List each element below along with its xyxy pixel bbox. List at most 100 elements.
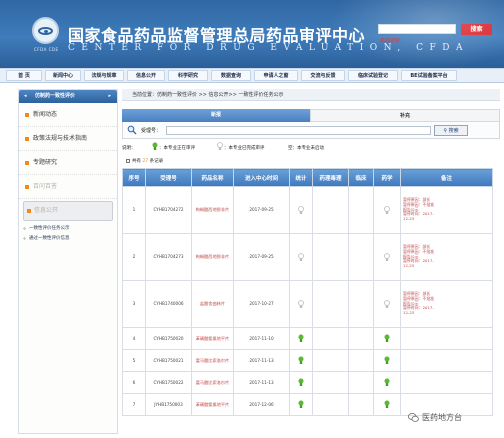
sidebar-item-news[interactable]: 新闻动态 [19,103,117,127]
chevron-right-icon: ▸ [108,93,111,99]
drug-name[interactable]: 枸橼酸西地那非片 [191,186,234,234]
row-number: 5 [122,349,146,372]
acceptance-number[interactable]: CYHB1750022 [145,371,192,394]
legend-prefix: 说明： [122,146,136,151]
site-search-button[interactable]: 搜索 [461,24,492,35]
pharmacology-status [312,233,349,281]
nav-item-disclosure[interactable]: 信息公开 [127,70,165,81]
main-content: 当前位置：仿制药一致性评价 >> 信息公开>> 一致性评价任务公示 新报 补充 … [122,89,500,434]
wechat-watermark: 医药地方台 [408,410,462,424]
stat-status [289,371,313,394]
nav-item-clinical-trial[interactable]: 临床试验登记 [348,70,398,81]
acceptance-number[interactable]: CYHB1740006 [145,280,192,328]
sidebar-item-label: 专题研究 [33,159,58,166]
acceptance-search-bar: 受理号： ⚲ 搜索 [122,122,500,139]
green-bulb-icon [384,378,390,386]
table-row[interactable]: 1 CYHB1704272 枸橼酸西地那非片 2017-09-25 暂停原因：部长 暂停原… [122,186,493,234]
stat-status [289,349,313,372]
acceptance-number[interactable]: CYHB1704272 [145,186,192,234]
green-bulb-icon [384,356,390,364]
nav-item-news[interactable]: 新闻中心 [45,70,81,81]
acceptance-number[interactable]: CYHB1750020 [145,327,192,350]
table-row[interactable]: 5 CYHB1750021 富马酸比索洛尔片 2017-11-13 [122,349,493,372]
clinical-status [348,186,374,234]
sidebar-sublink-label: 一致性评价任务公示 [29,226,70,231]
sidebar-sublink-task-notice[interactable]: ∘ 一致性评价任务公示 [19,224,117,234]
pharmacy-status [373,233,401,281]
entry-date: 2017-11-10 [233,327,290,350]
record-count: 共有 27 条记录 [122,157,500,168]
sidebar-item-topics[interactable]: 专题研究 [19,151,117,175]
sidebar-item-faq[interactable]: 百问百答 [19,175,117,199]
remark-cell [400,371,493,394]
drug-name[interactable]: 枸橼酸西地那非片 [191,233,234,281]
remark-line: 12-25 [403,310,415,316]
green-bulb-icon [152,142,158,153]
entry-date: 2017-09-25 [233,186,290,234]
pharmacology-status [312,186,349,234]
tab-bar: 新报 补充 [122,109,500,122]
acceptance-number[interactable]: JYHB1750003 [145,393,192,416]
breadcrumb: 当前位置：仿制药一致性评价 >> 信息公开>> 一致性评价任务公示 [122,89,500,101]
acceptance-number[interactable]: CYHB1704273 [145,233,192,281]
table-row[interactable]: 6 CYHB1750022 富马酸比索洛尔片 2017-11-13 [122,371,493,394]
legend-not-started: 空：本专业未启动 [288,146,324,151]
nav-item-research[interactable]: 科学研究 [168,70,208,81]
stat-status [289,280,313,328]
green-bulb-icon [384,400,390,408]
row-number: 4 [122,327,146,350]
grey-bulb-icon [298,252,304,261]
acceptance-search-button[interactable]: ⚲ 搜索 [434,125,468,136]
drug-name[interactable]: 苯磺酸氨氯地平片 [191,393,234,416]
nav-item-feedback[interactable]: 交流与反馈 [301,70,345,81]
site-subtitle: CENTER FOR DRUG EVALUATION, CFDA [68,43,469,53]
pharmacy-status [373,327,401,350]
sidebar-header[interactable]: ◂ 仿制药一致性评价 ▸ [19,90,117,103]
table-row[interactable]: 3 CYHB1740006 盐酸舍曲林片 2017-10-27 暂停原因：部长 暂停原因：… [122,280,493,328]
tab-new-application[interactable]: 新报 [122,109,310,122]
acceptance-number[interactable]: CYHB1750021 [145,349,192,372]
nav-item-data-query[interactable]: 数据查询 [211,70,251,81]
sidebar-item-policy[interactable]: 政策法规与技术指南 [19,127,117,151]
cde-logo-icon[interactable] [32,17,59,44]
col-header: 药学 [373,168,401,187]
nav-item-home[interactable]: 首 页 [6,70,42,81]
count-number: 27 [142,159,149,164]
watermark-text: 医药地方台 [422,412,462,422]
table-row[interactable]: 4 CYHB1750020 苯磺酸氨氯地平片 2017-11-10 [122,327,493,350]
acceptance-search-button-label: 搜索 [448,128,459,134]
count-suffix: 条记录 [149,159,164,164]
green-bulb-icon [298,400,304,408]
checkbox-icon[interactable] [126,159,130,163]
tab-supplement[interactable]: 补充 [310,109,500,122]
grey-bulb-icon [384,252,390,261]
table-row[interactable]: 2 CYHB1704273 枸橼酸西地那非片 2017-09-25 暂停原因：部长 暂停原… [122,233,493,281]
sidebar-item-label: 百问百答 [33,183,58,190]
sidebar-item-disclosure[interactable]: 信息公开 [23,201,113,221]
acceptance-no-input[interactable] [166,126,431,135]
logo-abbreviation: CFDA CDE [34,47,59,52]
drug-name[interactable]: 苯磺酸氨氯地平片 [191,327,234,350]
drug-name[interactable]: 富马酸比索洛尔片 [191,349,234,372]
site-search-input[interactable] [378,24,456,34]
grey-bulb-icon [298,299,304,308]
stat-status [289,393,313,416]
pharmacology-status [312,349,349,372]
wechat-icon [408,412,419,422]
bullet-icon: ∘ [23,236,27,242]
col-header: 临床 [348,168,374,187]
remark-cell [400,349,493,372]
sidebar-sublink-label: 通过一致性评价信息 [29,236,70,241]
advanced-search-link[interactable]: 高级搜索 [380,37,400,44]
nav-item-regulations[interactable]: 法规与规章 [84,70,124,81]
nav-item-be-platform[interactable]: BE试验备案平台 [401,70,457,81]
col-header: 进入中心时间 [233,168,290,187]
orange-square-icon [27,209,31,213]
drug-name[interactable]: 富马酸比索洛尔片 [191,371,234,394]
pharmacy-status [373,186,401,234]
col-header: 序号 [122,168,146,187]
sidebar-sublink-passed-info[interactable]: ∘ 通过一致性评价信息 [19,234,117,244]
drug-name[interactable]: 盐酸舍曲林片 [191,280,234,328]
sidebar-item-label: 政策法规与技术指南 [33,135,88,142]
nav-item-applicant[interactable]: 申请人之窗 [254,70,298,81]
